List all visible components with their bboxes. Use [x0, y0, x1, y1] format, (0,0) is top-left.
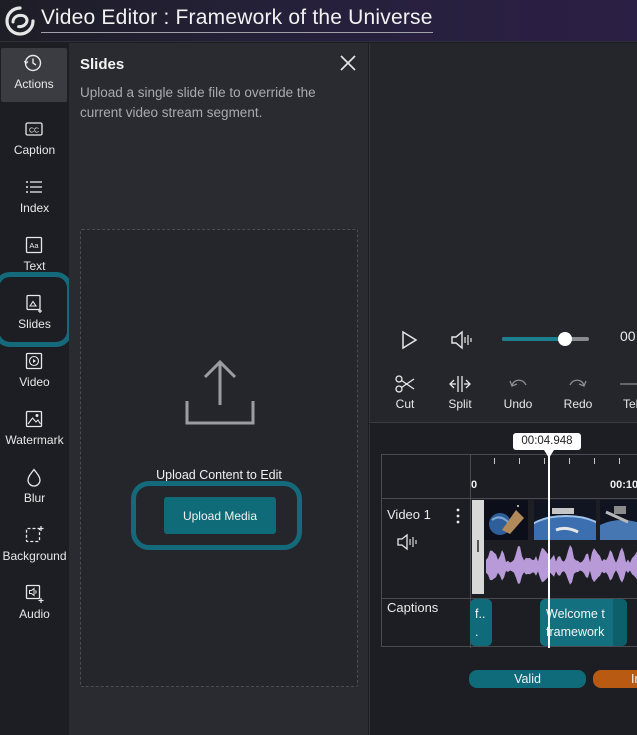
panel-description: Upload a single slide file to override t…	[80, 85, 316, 120]
upload-dropzone[interactable]: Upload Content to Edit Upload Media	[80, 229, 358, 687]
video-play-icon	[25, 352, 43, 370]
nav-item-text[interactable]: Aa Text	[0, 230, 69, 284]
ruler-mark-label: 00:10	[610, 479, 637, 491]
nav-item-label: Audio	[19, 607, 50, 621]
cut-button[interactable]: Cut	[383, 374, 427, 411]
clip-trim-handle[interactable]	[472, 500, 484, 594]
volume-slider-fill	[502, 337, 565, 341]
caption-clip-text: Welcome t framework	[546, 607, 605, 639]
video-thumbnails[interactable]	[472, 500, 637, 540]
upload-media-button[interactable]: Upload Media	[164, 497, 276, 534]
partial-icon	[620, 383, 637, 385]
closed-caption-icon: CC	[25, 122, 43, 136]
caption-clip[interactable]: Welcome t framework	[540, 599, 627, 646]
nav-item-label: Caption	[13, 143, 56, 157]
video-track-label: Video 1	[387, 507, 431, 522]
nav-item-background[interactable]: Background	[0, 520, 69, 574]
nav-item-index[interactable]: Index	[0, 172, 69, 226]
panel-title: Slides	[80, 56, 125, 73]
video-thumbnail	[484, 500, 528, 540]
playhead-time[interactable]: 00:04.948	[513, 433, 581, 450]
tool-label: Split	[448, 397, 472, 411]
volume-slider[interactable]	[502, 332, 589, 346]
playhead-line[interactable]	[548, 451, 550, 648]
nav-item-slides[interactable]: Slides	[0, 288, 69, 342]
ruler-start-label: 0	[471, 479, 478, 491]
captions-track-label: Captions	[387, 600, 439, 615]
scissors-icon	[395, 375, 415, 393]
redo-icon	[569, 379, 587, 387]
nav-item-label: Slides	[18, 317, 51, 331]
app-header: Video Editor : Framework of the Universe	[0, 0, 637, 42]
nav-item-blur[interactable]: Blur	[0, 462, 69, 516]
tool-label: Tel	[623, 397, 637, 411]
history-icon	[23, 54, 42, 72]
video-thumbnail	[600, 500, 637, 540]
nav-item-label: Blur	[23, 491, 46, 505]
nav-item-watermark[interactable]: Watermark	[0, 404, 69, 458]
video-thumbnail	[534, 500, 596, 540]
ruler-tick	[544, 458, 545, 464]
nav-item-video[interactable]: Video	[0, 346, 69, 400]
app-logo-icon	[5, 6, 35, 36]
slides-icon	[26, 294, 42, 313]
caption-clip-text: f... o...	[475, 607, 486, 646]
ruler-tick	[494, 458, 495, 464]
nav-item-label: Background	[2, 549, 67, 563]
left-nav: Actions CC Caption Index Aa Text Slides	[0, 43, 69, 735]
status-pill-invalid[interactable]: In	[593, 670, 637, 688]
tool-label: Undo	[503, 397, 533, 411]
nav-item-label: Watermark	[5, 433, 64, 447]
text-box-icon: Aa	[25, 236, 43, 254]
slides-panel: Slides Upload a single slide file to ove…	[69, 43, 368, 735]
ruler-tick	[619, 458, 620, 464]
nav-item-actions[interactable]: Actions	[1, 48, 67, 102]
status-pill-valid[interactable]: Valid	[469, 670, 586, 688]
timeline-divider	[382, 498, 637, 499]
undo-button[interactable]: Undo	[496, 374, 540, 411]
track-volume-icon[interactable]	[397, 532, 419, 552]
nav-item-label: Actions	[14, 77, 54, 91]
upload-icon	[185, 359, 255, 425]
split-button[interactable]: Split	[438, 374, 482, 411]
play-icon[interactable]	[399, 330, 419, 350]
split-icon	[449, 376, 471, 392]
nav-item-label: Text	[23, 259, 46, 273]
ruler-tick	[569, 458, 570, 464]
ruler-tick	[519, 458, 520, 464]
app-title: Video Editor : Framework of the Universe	[41, 6, 433, 33]
nav-item-audio[interactable]: Audio	[0, 578, 69, 632]
caption-clip[interactable]: f... o...	[470, 599, 492, 646]
droplet-icon	[27, 468, 41, 487]
ruler-tick	[594, 458, 595, 464]
timeline: 0 00:10 Video 1 Captions f... Welcome t …	[369, 424, 637, 735]
audio-waveform	[472, 540, 637, 594]
video-preview	[369, 43, 637, 318]
undo-icon	[509, 379, 527, 387]
tel-button[interactable]: Tel	[612, 374, 637, 411]
more-vertical-icon[interactable]	[454, 507, 462, 525]
nav-item-caption[interactable]: CC Caption	[0, 114, 69, 168]
time-readout: 00	[620, 328, 636, 344]
audio-add-icon	[25, 584, 44, 603]
trim-grip	[477, 540, 479, 552]
close-icon[interactable]	[337, 52, 359, 74]
svg-text:Aa: Aa	[29, 241, 39, 250]
svg-text:CC: CC	[29, 128, 39, 135]
nav-item-label: Index	[19, 201, 50, 215]
tool-label: Redo	[563, 397, 593, 411]
tool-label: Cut	[395, 397, 415, 411]
image-watermark-icon	[25, 410, 43, 428]
volume-icon[interactable]	[450, 329, 474, 351]
redo-button[interactable]: Redo	[556, 374, 600, 411]
upload-caption: Upload Content to Edit	[156, 468, 282, 482]
volume-slider-knob[interactable]	[557, 332, 572, 346]
nav-item-label: Video	[19, 375, 50, 389]
caption-clip-handle[interactable]	[613, 599, 627, 646]
background-add-icon	[25, 526, 44, 543]
player-controls: 00 Cut Split Undo Redo Tel	[369, 318, 637, 423]
list-icon	[26, 181, 42, 193]
